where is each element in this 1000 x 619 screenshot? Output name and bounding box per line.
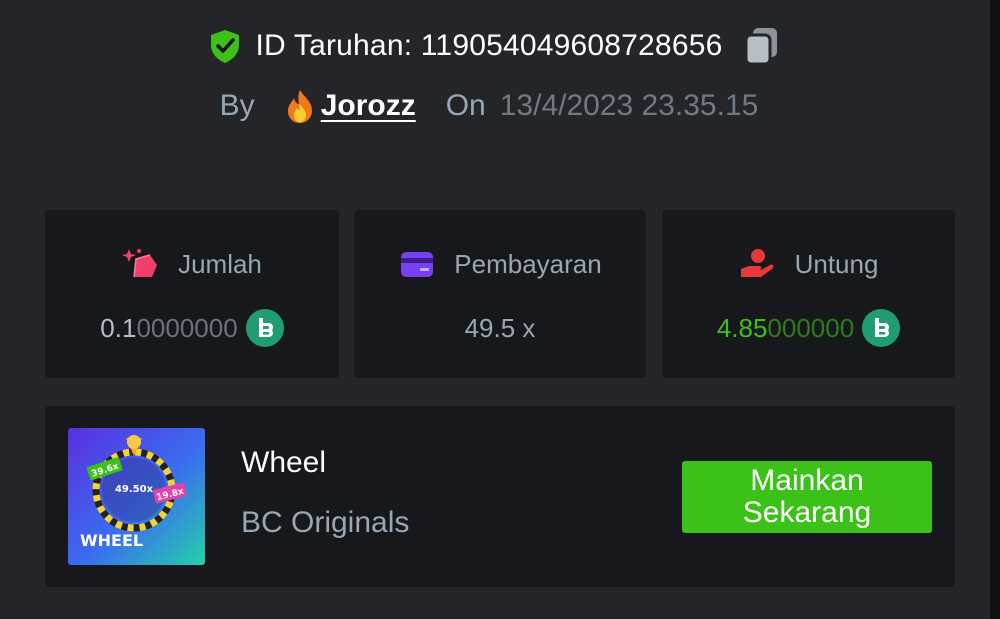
bc-coin-icon [862,309,901,347]
by-label: By [219,89,255,122]
copy-icon[interactable] [742,25,782,67]
wallet-card-icon [398,247,436,281]
payout-label: Pembayaran [454,248,602,279]
game-card: 39.6x 49.50x 19.8x WHEEL Wheel BC Origin… [45,406,955,587]
bet-id-row: ID Taruhan: 119054049608728656 [0,26,990,66]
game-title[interactable]: Wheel [241,446,326,480]
amount-value-row: 0.10000000 [45,306,339,350]
bet-id-text: ID Taruhan: 119054049608728656 [255,29,723,62]
amount-card: Jumlah 0.10000000 [45,210,339,378]
thumbnail-wordmark: WHEEL [80,531,143,550]
amount-value-trailing: 0000000 [136,312,238,343]
shield-check-icon [208,28,242,64]
amount-value-main: 0.1 [100,312,137,343]
amount-value: 0.10000000 [100,313,237,344]
scrollbar-track[interactable] [990,0,1000,619]
username-text: Jorozz [320,89,416,122]
bet-amount-icon [122,247,160,281]
payout-card: Pembayaran 49.5 x [354,210,646,378]
bet-details-panel: ID Taruhan: 119054049608728656 By Jorozz… [0,0,990,619]
game-thumbnail[interactable]: 39.6x 49.50x 19.8x WHEEL [68,428,205,565]
profit-value-trailing: 000000 [767,312,855,343]
username-link[interactable]: Jorozz [283,88,416,124]
game-provider: BC Originals [241,506,410,539]
profit-value-row: 4.85000000 [662,306,955,350]
amount-label: Jumlah [178,248,262,279]
hand-profit-icon [739,247,777,281]
bc-coin-icon [245,309,284,347]
amount-card-header: Jumlah [45,244,339,284]
payout-card-header: Pembayaran [354,244,646,284]
payout-value: 49.5 x [464,312,536,343]
bet-author-row: By Jorozz On 13/4/2023 23.35.15 [0,84,990,128]
profit-value-main: 4.85 [716,312,768,343]
profit-card: Untung 4.85000000 [662,210,955,378]
fire-icon [283,88,317,124]
on-label: On [445,89,486,122]
play-now-button[interactable]: Mainkan Sekarang [682,461,932,533]
payout-value-row: 49.5 x [354,306,646,350]
bet-date: 13/4/2023 23.35.15 [499,89,759,122]
profit-value: 4.85000000 [717,313,854,344]
profit-card-header: Untung [662,244,955,284]
profit-label: Untung [794,248,879,279]
multiplier-center: 49.50x [115,484,154,495]
